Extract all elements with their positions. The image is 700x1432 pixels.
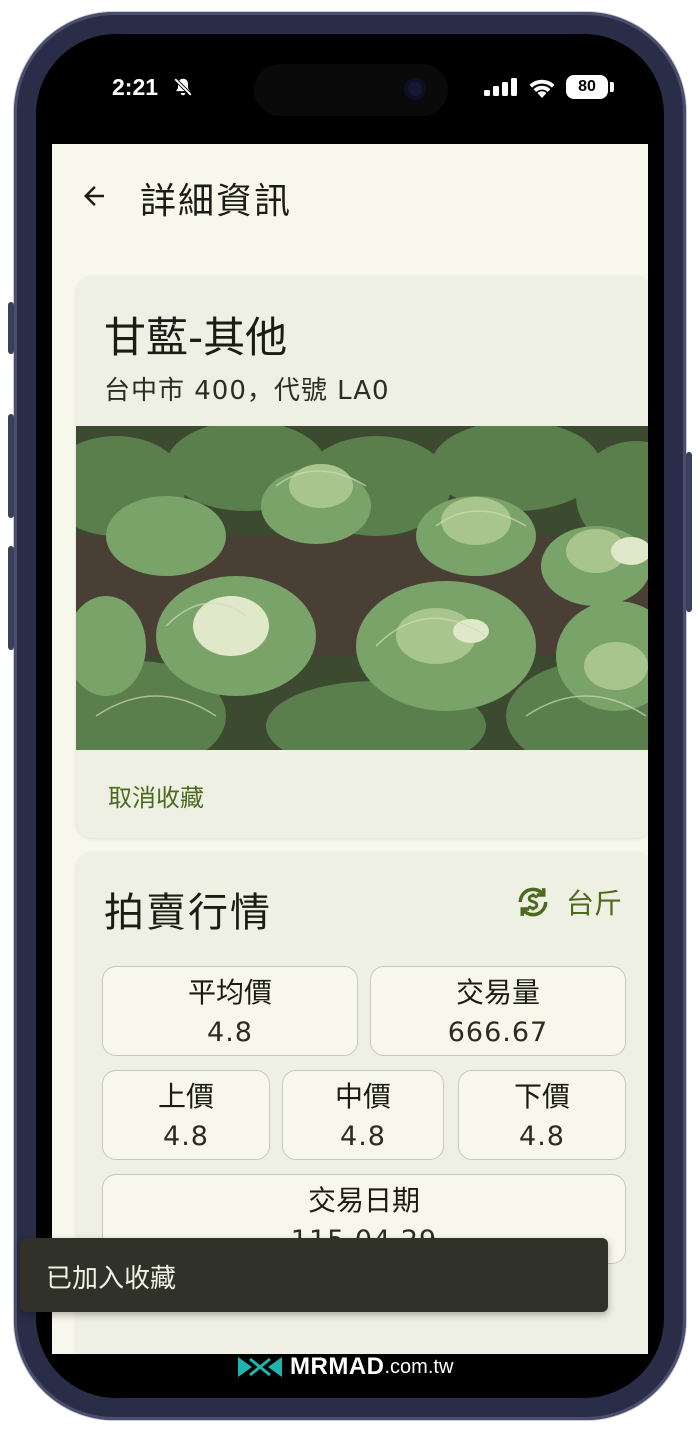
stat-upper-price: 上價 4.8 bbox=[102, 1070, 270, 1160]
snackbar: 已加入收藏 bbox=[20, 1238, 608, 1312]
volume-up-button bbox=[8, 414, 14, 518]
volume-down-button bbox=[8, 546, 14, 650]
stat-label: 下價 bbox=[513, 1080, 570, 1113]
bell-slash-icon bbox=[173, 77, 193, 97]
product-name: 甘藍-其他 bbox=[104, 313, 288, 362]
wifi-icon bbox=[529, 79, 555, 98]
stat-value: 4.8 bbox=[207, 1017, 253, 1048]
cabbage-field-photo bbox=[76, 426, 648, 750]
stat-label: 中價 bbox=[334, 1080, 391, 1113]
stat-value: 666.67 bbox=[447, 1017, 549, 1048]
snackbar-message: 已加入收藏 bbox=[46, 1264, 177, 1294]
unfavorite-button[interactable]: 取消收藏 bbox=[108, 778, 204, 813]
currency-exchange-icon bbox=[518, 887, 548, 917]
status-bar: 2:21 80 bbox=[36, 34, 664, 144]
product-subtitle: 台中市 400，代號 LA0 bbox=[104, 376, 390, 406]
stat-value: 4.8 bbox=[340, 1121, 386, 1152]
stat-value: 4.8 bbox=[519, 1121, 565, 1152]
market-section-title: 拍賣行情 bbox=[104, 890, 272, 936]
stat-average-price: 平均價 4.8 bbox=[102, 966, 358, 1056]
phone-display: 2:21 80 詳細資訊 甘藍-其他 台中市 400，代號 LA0 取消收藏 拍… bbox=[36, 34, 664, 1398]
power-button bbox=[686, 452, 692, 612]
app-screen: 詳細資訊 甘藍-其他 台中市 400，代號 LA0 取消收藏 拍賣行情 台斤 平… bbox=[52, 144, 648, 1354]
battery-tip bbox=[610, 82, 614, 92]
mrmad-logo-icon bbox=[238, 1357, 282, 1377]
unit-label: 台斤 bbox=[566, 887, 623, 920]
watermark-brand: MRMAD bbox=[290, 1353, 385, 1380]
product-card: 甘藍-其他 台中市 400，代號 LA0 取消收藏 bbox=[76, 276, 648, 838]
stat-value: 4.8 bbox=[163, 1121, 209, 1152]
unit-toggle-button[interactable]: 台斤 bbox=[514, 882, 622, 922]
cellular-signal-icon bbox=[484, 78, 517, 96]
battery-indicator: 80 bbox=[566, 75, 608, 99]
phone-frame: 2:21 80 詳細資訊 甘藍-其他 台中市 400，代號 LA0 取消收藏 拍… bbox=[8, 12, 692, 1420]
stat-label: 交易日期 bbox=[307, 1184, 420, 1217]
page-title: 詳細資訊 bbox=[140, 181, 293, 222]
stat-label: 平均價 bbox=[187, 976, 272, 1009]
stat-mid-price: 中價 4.8 bbox=[282, 1070, 444, 1160]
stat-label: 上價 bbox=[157, 1080, 214, 1113]
status-time: 2:21 bbox=[112, 74, 159, 100]
stat-trade-volume: 交易量 666.67 bbox=[370, 966, 626, 1056]
dynamic-island bbox=[254, 64, 448, 116]
back-button[interactable] bbox=[74, 176, 114, 216]
arrow-left-icon bbox=[84, 186, 104, 206]
front-camera bbox=[404, 78, 426, 100]
top-app-bar: 詳細資訊 bbox=[52, 144, 648, 254]
stat-lower-price: 下價 4.8 bbox=[458, 1070, 626, 1160]
watermark-domain: .com.tw bbox=[384, 1355, 454, 1378]
watermark: MRMAD .com.tw bbox=[236, 1352, 453, 1382]
stat-label: 交易量 bbox=[455, 976, 540, 1009]
action-button bbox=[8, 302, 14, 354]
